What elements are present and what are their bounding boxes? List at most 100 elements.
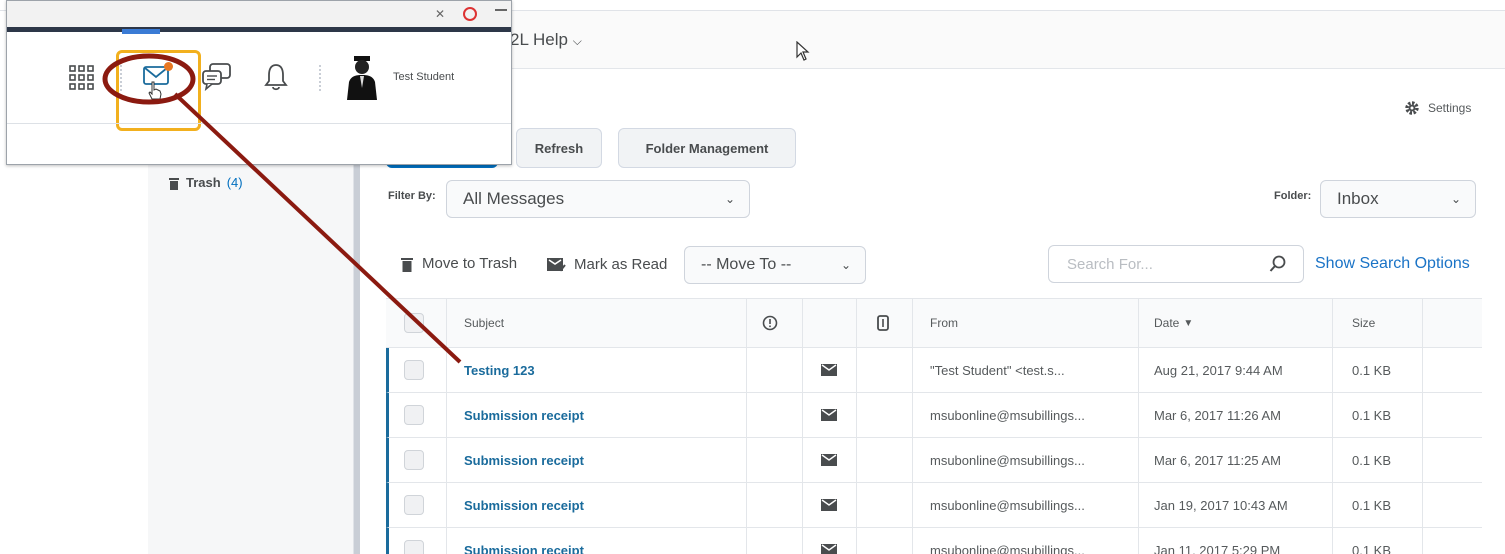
- unread-envelope-icon: [821, 393, 837, 437]
- sort-descending-icon: ▼: [1183, 317, 1194, 329]
- zoom-inset: ✕ Test Student: [6, 0, 512, 165]
- chevron-down-icon: ⌄: [840, 258, 851, 272]
- folder-management-button[interactable]: Folder Management: [618, 128, 796, 168]
- help-menu-label: 2L Help: [510, 30, 568, 49]
- row-checkbox[interactable]: [404, 540, 424, 554]
- unread-envelope-icon: [821, 483, 837, 527]
- message-subject-link[interactable]: Testing 123: [464, 348, 535, 392]
- move-to-select-value: -- Move To --: [701, 256, 792, 273]
- browser-menu-icon[interactable]: [495, 9, 507, 11]
- table-row[interactable]: Testing 123 "Test Student" <test.s... Aug …: [386, 348, 1482, 393]
- app-grid-icon[interactable]: [69, 65, 95, 91]
- gear-icon: [1405, 101, 1419, 115]
- table-row[interactable]: Submission receipt msubonline@msubillings…: [386, 483, 1482, 528]
- message-date: Mar 6, 2017 11:26 AM: [1154, 407, 1281, 423]
- envelope-open-icon: [547, 258, 566, 272]
- filter-select[interactable]: All Messages ⌄: [446, 180, 750, 218]
- close-icon[interactable]: ✕: [435, 7, 445, 21]
- select-all-cell: [404, 299, 424, 347]
- folder-trash-count: (4): [226, 175, 243, 190]
- folder-management-label: Folder Management: [645, 140, 769, 156]
- table-row[interactable]: Submission receipt msubonline@msubillings…: [386, 528, 1482, 554]
- size-header[interactable]: Size: [1352, 299, 1375, 347]
- row-checkbox[interactable]: [404, 450, 424, 470]
- subject-header[interactable]: Subject: [464, 299, 504, 347]
- row-checkbox-cell: [404, 438, 424, 482]
- user-name[interactable]: Test Student: [393, 71, 454, 83]
- message-size: 0.1 KB: [1352, 452, 1392, 468]
- message-size: 0.1 KB: [1352, 407, 1392, 423]
- attachment-header[interactable]: [877, 299, 889, 347]
- from-header[interactable]: From: [930, 299, 958, 347]
- importance-header[interactable]: [762, 299, 778, 347]
- filter-label: Filter By:: [388, 190, 436, 202]
- mouse-cursor-icon: [796, 41, 810, 61]
- message-size: 0.1 KB: [1352, 497, 1392, 513]
- message-from: msubonline@msubillings...: [930, 497, 1085, 513]
- table-header-row: Subject From Date ▼ Size: [386, 299, 1482, 348]
- message-from: msubonline@msubillings...: [930, 407, 1085, 423]
- chat-icon[interactable]: [202, 63, 232, 91]
- table-row[interactable]: Submission receipt msubonline@msubillings…: [386, 438, 1482, 483]
- unread-envelope-icon: [821, 348, 837, 392]
- table-row[interactable]: Submission receipt msubonline@msubillings…: [386, 393, 1482, 438]
- search-box: [1048, 245, 1304, 283]
- message-size: 0.1 KB: [1352, 542, 1392, 554]
- nav-bottom-border: [7, 123, 511, 124]
- move-to-trash-action[interactable]: Move to Trash: [400, 255, 517, 272]
- message-from: msubonline@msubillings...: [930, 452, 1085, 468]
- move-to-select[interactable]: -- Move To -- ⌄: [684, 246, 866, 284]
- message-table: Subject From Date ▼ Size Testing 123 "Te…: [386, 298, 1482, 554]
- attachment-icon: [877, 315, 889, 331]
- browser-extension-icon[interactable]: [463, 7, 477, 21]
- message-subject-link[interactable]: Submission receipt: [464, 438, 584, 482]
- mark-as-read-action[interactable]: Mark as Read: [546, 255, 667, 273]
- folder-select[interactable]: Inbox ⌄: [1320, 180, 1476, 218]
- unread-envelope-icon: [821, 438, 837, 482]
- message-size: 0.1 KB: [1352, 362, 1392, 378]
- row-checkbox-cell: [404, 348, 424, 392]
- message-date: Jan 19, 2017 10:43 AM: [1154, 497, 1288, 513]
- settings-label: Settings: [1428, 101, 1472, 115]
- chevron-down-icon: ⌄: [1450, 192, 1461, 206]
- settings-link[interactable]: Settings: [1404, 100, 1471, 116]
- row-checkbox[interactable]: [404, 360, 424, 380]
- browser-toolbar-edge: [7, 27, 511, 32]
- message-date: Jan 11, 2017 5:29 PM: [1154, 542, 1281, 554]
- row-checkbox[interactable]: [404, 495, 424, 515]
- mark-as-read-label: Mark as Read: [574, 255, 668, 273]
- nav-bar: [440, 11, 1505, 69]
- folder-label: Folder:: [1274, 190, 1312, 202]
- row-checkbox-cell: [404, 483, 424, 527]
- refresh-button[interactable]: Refresh: [516, 128, 602, 168]
- active-tab-indicator: [122, 29, 160, 34]
- folder-select-value: Inbox: [1337, 189, 1379, 208]
- move-to-trash-label: Move to Trash: [422, 255, 518, 272]
- search-icon[interactable]: [1269, 255, 1287, 273]
- message-date: Aug 21, 2017 9:44 AM: [1154, 362, 1283, 378]
- chevron-down-icon: ⌵: [572, 34, 582, 48]
- importance-icon: [762, 315, 778, 331]
- row-checkbox[interactable]: [404, 405, 424, 425]
- folder-trash-label: Trash: [186, 175, 221, 190]
- help-menu[interactable]: 2L Help ⌵: [510, 30, 582, 50]
- message-subject-link[interactable]: Submission receipt: [464, 483, 584, 527]
- unread-envelope-icon: [821, 528, 837, 554]
- show-search-options-link[interactable]: Show Search Options: [1315, 255, 1470, 273]
- avatar[interactable]: [345, 56, 379, 100]
- filter-select-value: All Messages: [463, 189, 565, 208]
- notification-dot: [164, 62, 173, 71]
- select-all-checkbox[interactable]: [404, 313, 424, 333]
- hand-pointer-icon: [148, 81, 162, 100]
- date-header-label: Date: [1154, 316, 1180, 330]
- refresh-button-label: Refresh: [534, 140, 584, 156]
- message-subject-link[interactable]: Submission receipt: [464, 393, 584, 437]
- search-input[interactable]: [1067, 246, 1267, 282]
- trash-icon: [169, 177, 179, 190]
- date-header[interactable]: Date ▼: [1154, 299, 1193, 347]
- folder-trash[interactable]: Trash (4): [168, 175, 243, 190]
- message-subject-link[interactable]: Submission receipt: [464, 528, 584, 554]
- row-checkbox-cell: [404, 393, 424, 437]
- bell-icon[interactable]: [264, 63, 288, 91]
- nav-separator: [319, 65, 321, 91]
